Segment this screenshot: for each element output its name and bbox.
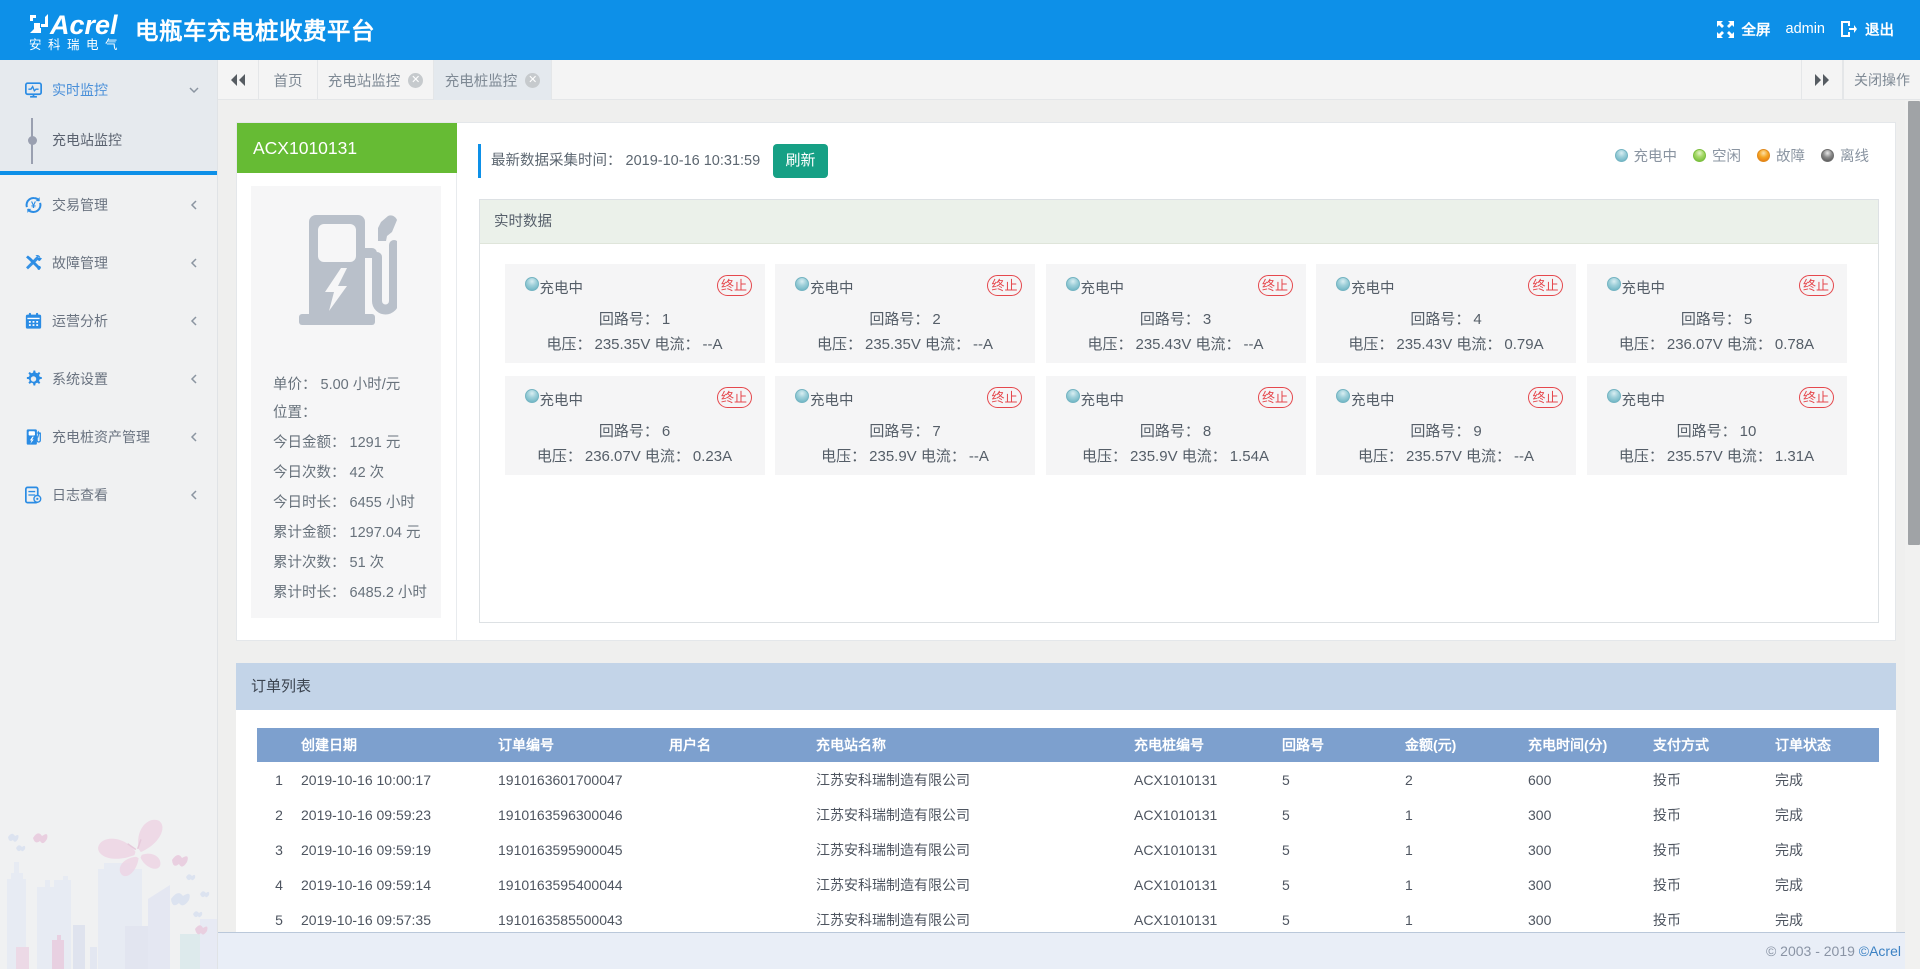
svg-text:¥: ¥	[31, 200, 36, 210]
